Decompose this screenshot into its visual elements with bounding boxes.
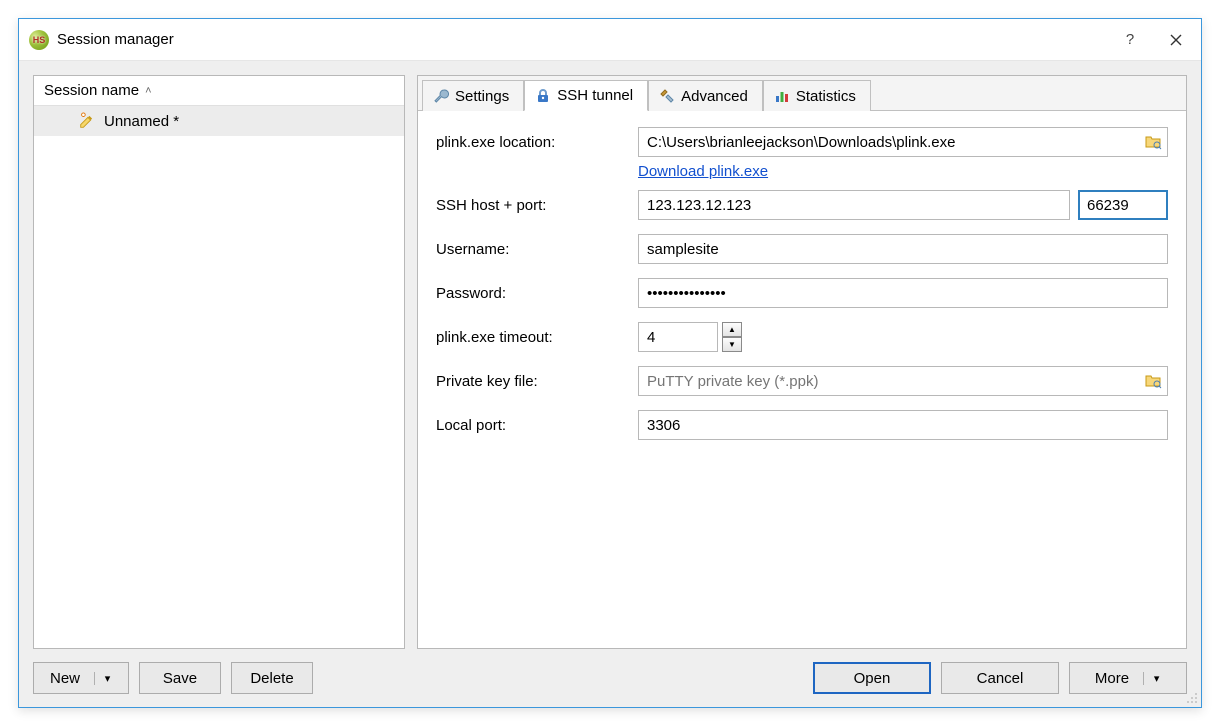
window-title: Session manager	[57, 31, 174, 48]
wrench-icon	[433, 88, 449, 104]
more-button[interactable]: More ▾	[1069, 662, 1187, 694]
new-button[interactable]: New ▾	[33, 662, 129, 694]
dropdown-arrow-icon[interactable]: ▾	[94, 672, 112, 685]
private-key-label: Private key file:	[436, 373, 628, 390]
session-manager-dialog: HS Session manager ? Session name ˄	[18, 18, 1202, 708]
cancel-button[interactable]: Cancel	[941, 662, 1059, 694]
spin-down-button[interactable]: ▼	[722, 337, 742, 352]
plink-timeout-input[interactable]	[638, 322, 718, 352]
password-input[interactable]	[638, 278, 1168, 308]
open-button[interactable]: Open	[813, 662, 931, 694]
browse-icon[interactable]	[1142, 370, 1164, 392]
new-button-label: New	[50, 670, 80, 687]
tab-settings-label: Settings	[455, 88, 509, 105]
tab-settings[interactable]: Settings	[422, 80, 524, 111]
plink-location-input[interactable]	[638, 127, 1168, 157]
session-item[interactable]: Unnamed *	[34, 106, 404, 136]
download-plink-link[interactable]: Download plink.exe	[638, 163, 1168, 180]
plink-location-label: plink.exe location:	[436, 134, 628, 151]
tab-ssh-tunnel[interactable]: SSH tunnel	[524, 80, 648, 111]
ssh-port-input[interactable]	[1078, 190, 1168, 220]
tab-advanced-label: Advanced	[681, 88, 748, 105]
username-label: Username:	[436, 241, 628, 258]
tab-ssh-tunnel-label: SSH tunnel	[557, 87, 633, 104]
resize-grip[interactable]	[1184, 690, 1198, 704]
private-key-input[interactable]	[638, 366, 1168, 396]
tab-advanced[interactable]: Advanced	[648, 80, 763, 111]
close-button[interactable]	[1153, 20, 1199, 60]
browse-icon[interactable]	[1142, 131, 1164, 153]
local-port-label: Local port:	[436, 417, 628, 434]
plink-timeout-label: plink.exe timeout:	[436, 329, 628, 346]
save-button[interactable]: Save	[139, 662, 221, 694]
tools-icon	[659, 88, 675, 104]
sort-ascending-icon: ˄	[145, 85, 151, 97]
dropdown-arrow-icon[interactable]: ▾	[1143, 672, 1161, 685]
ssh-host-input[interactable]	[638, 190, 1070, 220]
bar-chart-icon	[774, 88, 790, 104]
tab-statistics-label: Statistics	[796, 88, 856, 105]
local-port-input[interactable]	[638, 410, 1168, 440]
tab-strip: Settings SSH tunnel	[418, 76, 1186, 110]
more-button-label: More	[1095, 670, 1129, 687]
ssh-tunnel-form: plink.exe location: Download plink.exe	[418, 110, 1186, 648]
right-panel: Settings SSH tunnel	[417, 75, 1187, 649]
titlebar: HS Session manager ?	[19, 19, 1201, 61]
ssh-host-port-label: SSH host + port:	[436, 197, 628, 214]
username-input[interactable]	[638, 234, 1168, 264]
app-icon: HS	[29, 30, 49, 50]
session-tree: Session name ˄ Unnamed *	[33, 75, 405, 649]
session-item-label: Unnamed *	[104, 113, 179, 130]
tab-statistics[interactable]: Statistics	[763, 80, 871, 111]
lock-icon	[535, 88, 551, 104]
session-icon	[78, 112, 96, 130]
password-label: Password:	[436, 285, 628, 302]
help-button[interactable]: ?	[1107, 20, 1153, 60]
tree-header-label: Session name	[44, 82, 139, 99]
client-area: Session name ˄ Unnamed *	[19, 61, 1201, 707]
delete-button[interactable]: Delete	[231, 662, 313, 694]
button-row: New ▾ Save Delete Open Cancel More ▾	[19, 649, 1201, 707]
tree-header[interactable]: Session name ˄	[34, 76, 404, 106]
spin-up-button[interactable]: ▲	[722, 322, 742, 337]
